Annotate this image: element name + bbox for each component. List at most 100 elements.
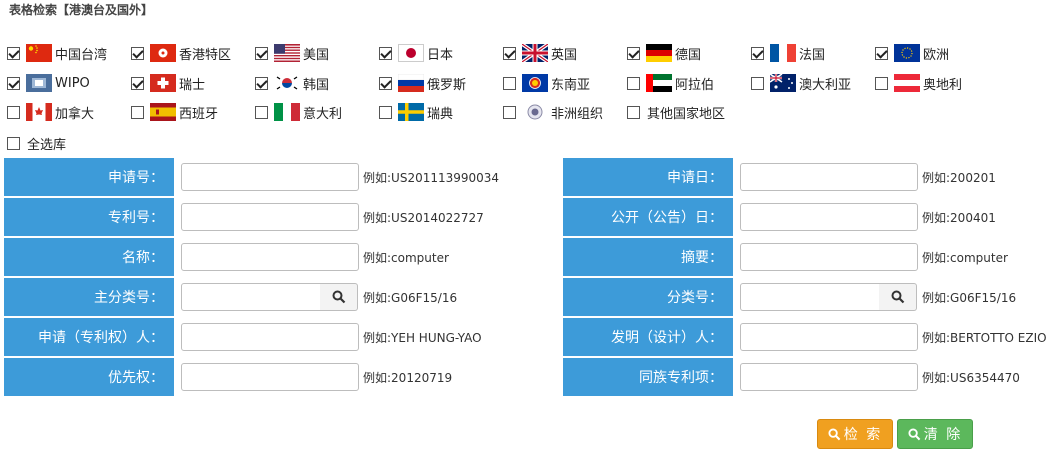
input-application-date[interactable] (740, 163, 918, 191)
checkbox-label: 美国 (303, 47, 330, 63)
checkbox-austria[interactable]: 奥地利 (875, 72, 962, 94)
input-application-number[interactable] (181, 163, 359, 191)
input-patent-family[interactable] (740, 363, 918, 391)
input-classification[interactable] (740, 283, 880, 311)
checkbox-select-all[interactable]: 全选库 (7, 132, 66, 154)
checkbox[interactable] (255, 105, 268, 119)
input-inventor[interactable] (740, 323, 918, 351)
checkbox-taiwan[interactable]: 中国台湾 (7, 42, 107, 64)
input-publication-date[interactable] (740, 203, 918, 231)
checkbox-spain[interactable]: 西班牙 (131, 101, 218, 123)
flag-eu-icon (894, 44, 920, 62)
flag-italy-icon (274, 103, 300, 121)
checkbox[interactable] (875, 76, 888, 90)
page-title: 表格检索【港澳台及国外】 (9, 3, 154, 17)
checkbox-label: 香港特区 (179, 47, 232, 63)
checkbox-african-org[interactable]: 非洲组织 (503, 101, 603, 123)
checkbox-japan[interactable]: 日本 (379, 42, 453, 64)
input-main-classification[interactable] (181, 283, 321, 311)
checkbox[interactable] (379, 76, 392, 90)
flag-canada-icon (26, 103, 52, 121)
checkbox[interactable] (255, 46, 268, 60)
checkbox-germany[interactable]: 德国 (627, 42, 701, 64)
checkbox-wipo[interactable]: WIPO (7, 72, 90, 94)
checkbox-france[interactable]: 法国 (751, 42, 825, 64)
checkbox-label: 奥地利 (923, 77, 963, 93)
input-abstract[interactable] (740, 243, 918, 271)
flag-usa-icon (274, 44, 300, 62)
label-patent-number: 专利号： (4, 198, 174, 236)
checkbox[interactable] (131, 46, 144, 60)
checkbox-label: 意大利 (303, 106, 343, 122)
example-patent-number: 例如:US2014022727 (363, 211, 484, 225)
classification-search-button[interactable] (320, 283, 358, 311)
checkbox-label: 全选库 (27, 137, 67, 153)
checkbox-korea[interactable]: 韩国 (255, 72, 329, 94)
checkbox[interactable] (131, 76, 144, 90)
checkbox[interactable] (255, 76, 268, 90)
label-applicant: 申请（专利权）人： (4, 318, 174, 356)
checkbox[interactable] (751, 76, 764, 90)
input-name[interactable] (181, 243, 359, 271)
checkbox[interactable] (503, 105, 516, 119)
country-row-2: WIPO 瑞士 韩国 俄罗斯 东南亚 阿拉伯 澳大利亚 奥地利 (0, 72, 1046, 94)
checkbox[interactable] (7, 46, 20, 60)
flag-korea-icon (274, 74, 300, 92)
input-priority[interactable] (181, 363, 359, 391)
label-main-classification: 主分类号： (4, 278, 174, 316)
clear-button[interactable]: 清 除 (897, 419, 973, 449)
checkbox[interactable] (503, 46, 516, 60)
checkbox[interactable] (627, 46, 640, 60)
checkbox[interactable] (379, 105, 392, 119)
checkbox-label: 西班牙 (179, 106, 219, 122)
flag-uk-icon (522, 44, 548, 62)
checkbox[interactable] (751, 46, 764, 60)
input-patent-number[interactable] (181, 203, 359, 231)
checkbox-sweden[interactable]: 瑞典 (379, 101, 453, 123)
checkbox-label: 韩国 (303, 77, 330, 93)
example-abstract: 例如:computer (922, 251, 1008, 265)
checkbox[interactable] (875, 46, 888, 60)
checkbox-canada[interactable]: 加拿大 (7, 101, 94, 123)
example-name: 例如:computer (363, 251, 449, 265)
checkbox-australia[interactable]: 澳大利亚 (751, 72, 851, 94)
checkbox-asean[interactable]: 东南亚 (503, 72, 590, 94)
checkbox[interactable] (627, 76, 640, 90)
label-abstract: 摘要： (563, 238, 733, 276)
checkbox-russia[interactable]: 俄罗斯 (379, 72, 466, 94)
checkbox[interactable] (7, 136, 20, 150)
checkbox-other-regions[interactable]: 其他国家地区 (627, 101, 725, 123)
flag-wipo-icon (26, 74, 52, 92)
flag-sweden-icon (398, 103, 424, 121)
example-classification: 例如:G06F15/16 (922, 291, 1017, 305)
input-applicant[interactable] (181, 323, 359, 351)
checkbox-label: 欧洲 (923, 47, 950, 63)
checkbox[interactable] (627, 105, 640, 119)
example-main-classification: 例如:G06F15/16 (363, 291, 458, 305)
checkbox-uk[interactable]: 英国 (503, 42, 577, 64)
flag-asean-icon (522, 74, 548, 92)
classification-search-button[interactable] (879, 283, 917, 311)
search-button-label: 检 索 (843, 427, 883, 443)
label-application-number: 申请号： (4, 158, 174, 196)
checkbox[interactable] (379, 46, 392, 60)
checkbox-arab[interactable]: 阿拉伯 (627, 72, 714, 94)
checkbox[interactable] (131, 105, 144, 119)
checkbox-label: 其他国家地区 (647, 106, 726, 122)
checkbox[interactable] (7, 105, 20, 119)
flag-russia-icon (398, 74, 424, 92)
checkbox-switzerland[interactable]: 瑞士 (131, 72, 205, 94)
checkbox-usa[interactable]: 美国 (255, 42, 329, 64)
checkbox[interactable] (7, 76, 20, 90)
checkbox-label: 瑞典 (427, 106, 454, 122)
checkbox-eu[interactable]: 欧洲 (875, 42, 949, 64)
search-icon (332, 290, 345, 304)
search-button[interactable]: 检 索 (817, 419, 893, 449)
checkbox-italy[interactable]: 意大利 (255, 101, 342, 123)
example-applicant: 例如:YEH HUNG-YAO (363, 331, 482, 345)
country-row-1: 中国台湾 香港特区 美国 日本 英国 德国 法国 欧洲 (0, 42, 1046, 64)
checkbox[interactable] (503, 76, 516, 90)
checkbox-hongkong[interactable]: 香港特区 (131, 42, 231, 64)
checkbox-label: 德国 (675, 47, 702, 63)
checkbox-label: 法国 (799, 47, 826, 63)
